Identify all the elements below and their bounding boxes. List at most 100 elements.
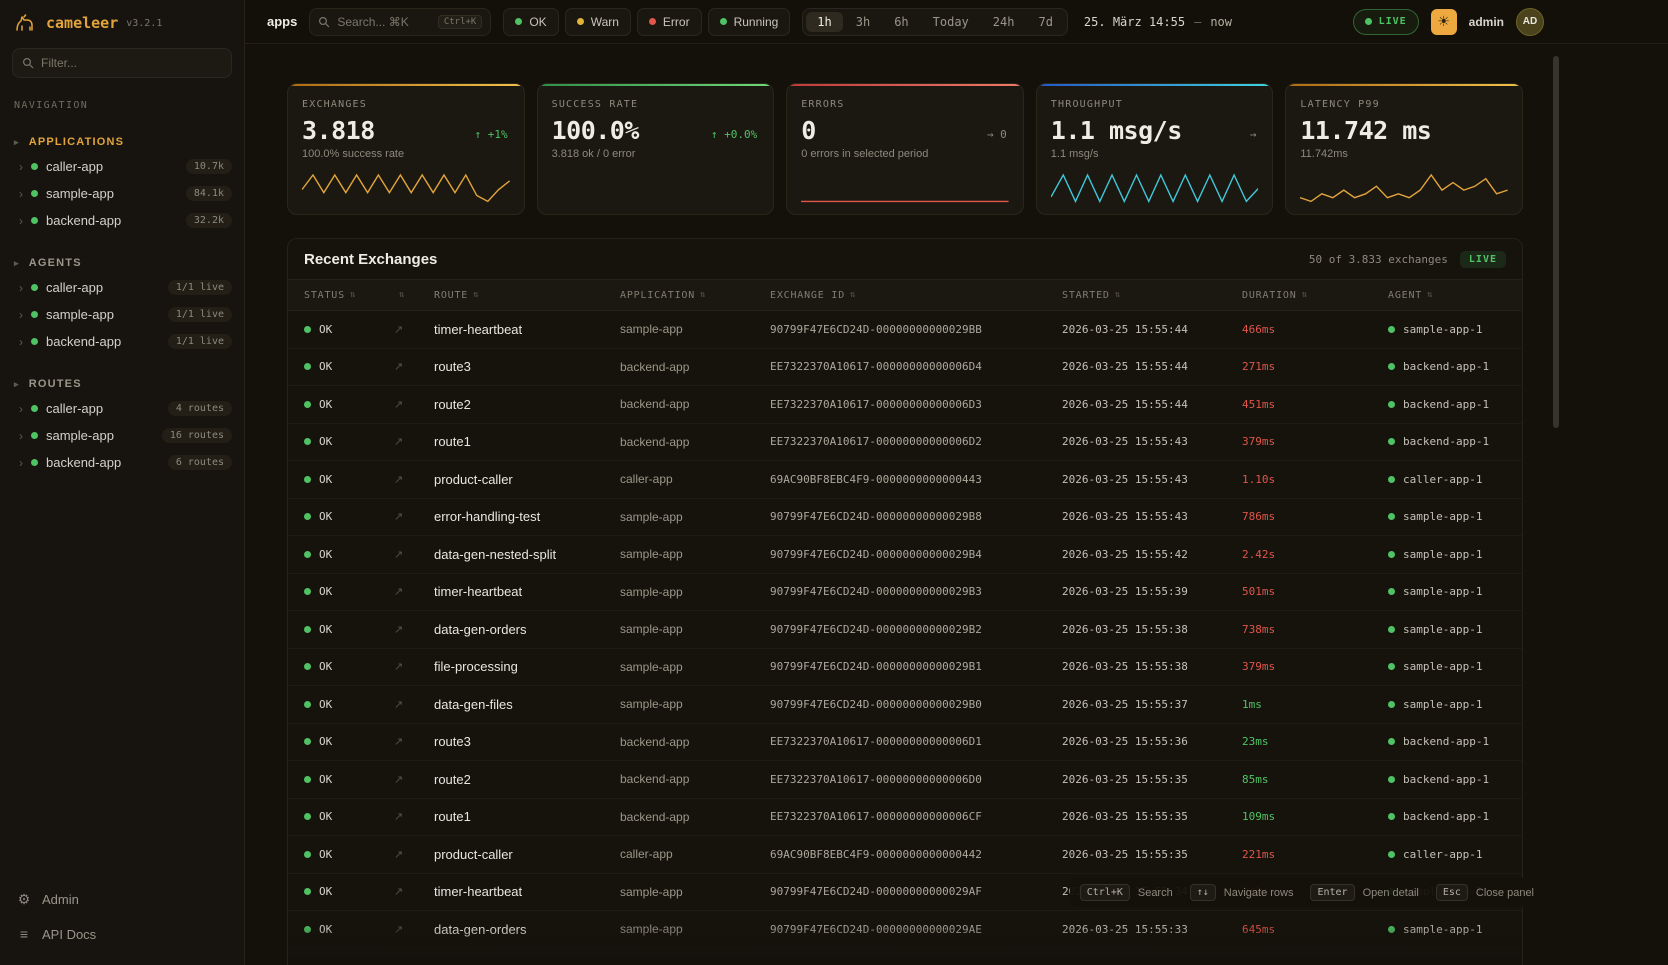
- filter-input[interactable]: [41, 56, 222, 70]
- sidebar-item-application[interactable]: › caller-app 10.7k: [0, 153, 244, 180]
- table-row[interactable]: OK ↗ error-handling-test sample-app 9079…: [288, 499, 1522, 537]
- status-label: OK: [319, 923, 332, 936]
- search-input[interactable]: [337, 15, 430, 29]
- context-tab-apps[interactable]: apps: [267, 14, 297, 29]
- open-route-icon[interactable]: ↗: [394, 623, 434, 636]
- open-route-icon[interactable]: ↗: [394, 323, 434, 336]
- item-count-badge: 10.7k: [186, 159, 232, 174]
- live-toggle-button[interactable]: LIVE: [1353, 9, 1419, 35]
- column-header[interactable]: EXCHANGE ID ⇅: [770, 290, 1062, 301]
- open-route-icon[interactable]: ↗: [394, 660, 434, 673]
- table-row[interactable]: OK ↗ timer-heartbeat sample-app 90799F47…: [288, 574, 1522, 612]
- range-3h[interactable]: 3h: [845, 12, 881, 32]
- stat-card-errors[interactable]: ERRORS 0 → 0 0 errors in selected period: [786, 83, 1024, 215]
- status-filter-chip[interactable]: OK: [503, 8, 558, 36]
- open-route-icon[interactable]: ↗: [394, 923, 434, 936]
- sidebar-item-route[interactable]: › sample-app 16 routes: [0, 422, 244, 449]
- sidebar-item-api-docs[interactable]: ≡ API Docs: [0, 917, 244, 951]
- status-label: OK: [319, 510, 332, 523]
- column-header[interactable]: ROUTE ⇅: [434, 290, 620, 301]
- table-row[interactable]: OK ↗ route1 backend-app EE7322370A10617-…: [288, 424, 1522, 462]
- open-route-icon[interactable]: ↗: [394, 848, 434, 861]
- table-row[interactable]: OK ↗ data-gen-files sample-app 90799F47E…: [288, 686, 1522, 724]
- app-logo[interactable]: cameleer v3.2.1: [0, 0, 244, 44]
- sidebar-item-application[interactable]: › sample-app 84.1k: [0, 180, 244, 207]
- status-filter-chip[interactable]: Error: [637, 8, 702, 36]
- open-route-icon[interactable]: ↗: [394, 548, 434, 561]
- chevron-right-icon: ›: [19, 308, 23, 322]
- status-dot: [31, 217, 38, 224]
- status-cell: OK: [304, 398, 394, 411]
- column-header[interactable]: ⇅: [394, 290, 434, 300]
- open-route-icon[interactable]: ↗: [394, 360, 434, 373]
- agents-list: › caller-app 1/1 live › sample-app 1/1 l…: [0, 274, 244, 355]
- column-header[interactable]: APPLICATION ⇅: [620, 290, 770, 301]
- table-row[interactable]: OK ↗ data-gen-orders sample-app 90799F47…: [288, 611, 1522, 649]
- table-row[interactable]: OK ↗ data-gen-nested-split sample-app 90…: [288, 536, 1522, 574]
- status-filter-chip[interactable]: Running: [708, 8, 791, 36]
- application-cell: sample-app: [620, 510, 770, 524]
- table-row[interactable]: OK ↗ timer-heartbeat sample-app 90799F47…: [288, 311, 1522, 349]
- search-icon: [22, 57, 34, 69]
- application-cell: backend-app: [620, 772, 770, 786]
- avatar[interactable]: AD: [1516, 8, 1544, 36]
- open-route-icon[interactable]: ↗: [394, 735, 434, 748]
- duration-cell: 738ms: [1242, 623, 1388, 636]
- sidebar-item-agent[interactable]: › caller-app 1/1 live: [0, 274, 244, 301]
- column-header[interactable]: DURATION ⇅: [1242, 290, 1388, 301]
- sidebar-item-route[interactable]: › caller-app 4 routes: [0, 395, 244, 422]
- sidebar-item-application[interactable]: › backend-app 32.2k: [0, 207, 244, 234]
- column-header[interactable]: AGENT ⇅: [1388, 290, 1522, 301]
- agent-cell: sample-app-1: [1388, 510, 1522, 523]
- status-dot: [304, 663, 311, 670]
- table-row[interactable]: OK ↗ product-caller caller-app 69AC90BF8…: [288, 461, 1522, 499]
- section-header-agents[interactable]: ▸ AGENTS: [0, 252, 244, 274]
- stat-card-throughput[interactable]: THROUGHPUT 1.1 msg/s → 1.1 msg/s: [1036, 83, 1274, 215]
- range-24h[interactable]: 24h: [982, 12, 1026, 32]
- theme-toggle-button[interactable]: ☀: [1431, 9, 1457, 35]
- stat-card-latency-p99[interactable]: LATENCY P99 11.742 ms 11.742ms: [1285, 83, 1523, 215]
- open-route-icon[interactable]: ↗: [394, 810, 434, 823]
- table-row[interactable]: OK ↗ route1 backend-app EE7322370A10617-…: [288, 799, 1522, 837]
- table-row[interactable]: OK ↗ route3 backend-app EE7322370A10617-…: [288, 724, 1522, 762]
- table-row[interactable]: OK ↗ file-processing sample-app 90799F47…: [288, 649, 1522, 687]
- status-label: OK: [319, 323, 332, 336]
- section-header-applications[interactable]: ▸ APPLICATIONS: [0, 131, 244, 153]
- table-row[interactable]: OK ↗ route3 backend-app EE7322370A10617-…: [288, 349, 1522, 387]
- chevron-right-icon: ›: [19, 456, 23, 470]
- stat-card-exchanges[interactable]: EXCHANGES 3.818 ↑ +1% 100.0% success rat…: [287, 83, 525, 215]
- range-6h[interactable]: 6h: [883, 12, 919, 32]
- scrollbar-thumb[interactable]: [1553, 56, 1559, 428]
- kbd-key: ↑↓: [1190, 884, 1216, 901]
- status-filter-chip[interactable]: Warn: [565, 8, 631, 36]
- section-header-routes[interactable]: ▸ ROUTES: [0, 373, 244, 395]
- open-route-icon[interactable]: ↗: [394, 698, 434, 711]
- column-label: APPLICATION: [620, 290, 695, 301]
- route-cell: timer-heartbeat: [434, 584, 620, 599]
- sidebar-item-agent[interactable]: › sample-app 1/1 live: [0, 301, 244, 328]
- agent-name: caller-app-1: [1403, 848, 1482, 861]
- stat-card-success-rate[interactable]: SUCCESS RATE 100.0% ↑ +0.0% 3.818 ok / 0…: [537, 83, 775, 215]
- open-route-icon[interactable]: ↗: [394, 435, 434, 448]
- open-route-icon[interactable]: ↗: [394, 473, 434, 486]
- open-route-icon[interactable]: ↗: [394, 773, 434, 786]
- open-route-icon[interactable]: ↗: [394, 585, 434, 598]
- period-display[interactable]: 25. März 14:55 — now: [1084, 15, 1232, 29]
- table-row[interactable]: OK ↗ product-caller caller-app 69AC90BF8…: [288, 836, 1522, 874]
- range-7d[interactable]: 7d: [1027, 12, 1063, 32]
- sidebar-item-route[interactable]: › backend-app 6 routes: [0, 449, 244, 476]
- table-row[interactable]: OK ↗ data-gen-orders sample-app 90799F47…: [288, 911, 1522, 949]
- table-row[interactable]: OK ↗ route2 backend-app EE7322370A10617-…: [288, 761, 1522, 799]
- sidebar-item-agent[interactable]: › backend-app 1/1 live: [0, 328, 244, 355]
- range-1h[interactable]: 1h: [806, 12, 842, 32]
- open-route-icon[interactable]: ↗: [394, 398, 434, 411]
- open-route-icon[interactable]: ↗: [394, 885, 434, 898]
- column-header[interactable]: STARTED ⇅: [1062, 290, 1242, 301]
- column-header[interactable]: STATUS ⇅: [304, 290, 394, 301]
- table-row[interactable]: OK ↗ route2 backend-app EE7322370A10617-…: [288, 386, 1522, 424]
- chip-label: Warn: [591, 15, 619, 29]
- range-today[interactable]: Today: [922, 12, 980, 32]
- open-route-icon[interactable]: ↗: [394, 510, 434, 523]
- column-label: EXCHANGE ID: [770, 290, 845, 301]
- sidebar-item-admin[interactable]: ⚙ Admin: [0, 882, 244, 917]
